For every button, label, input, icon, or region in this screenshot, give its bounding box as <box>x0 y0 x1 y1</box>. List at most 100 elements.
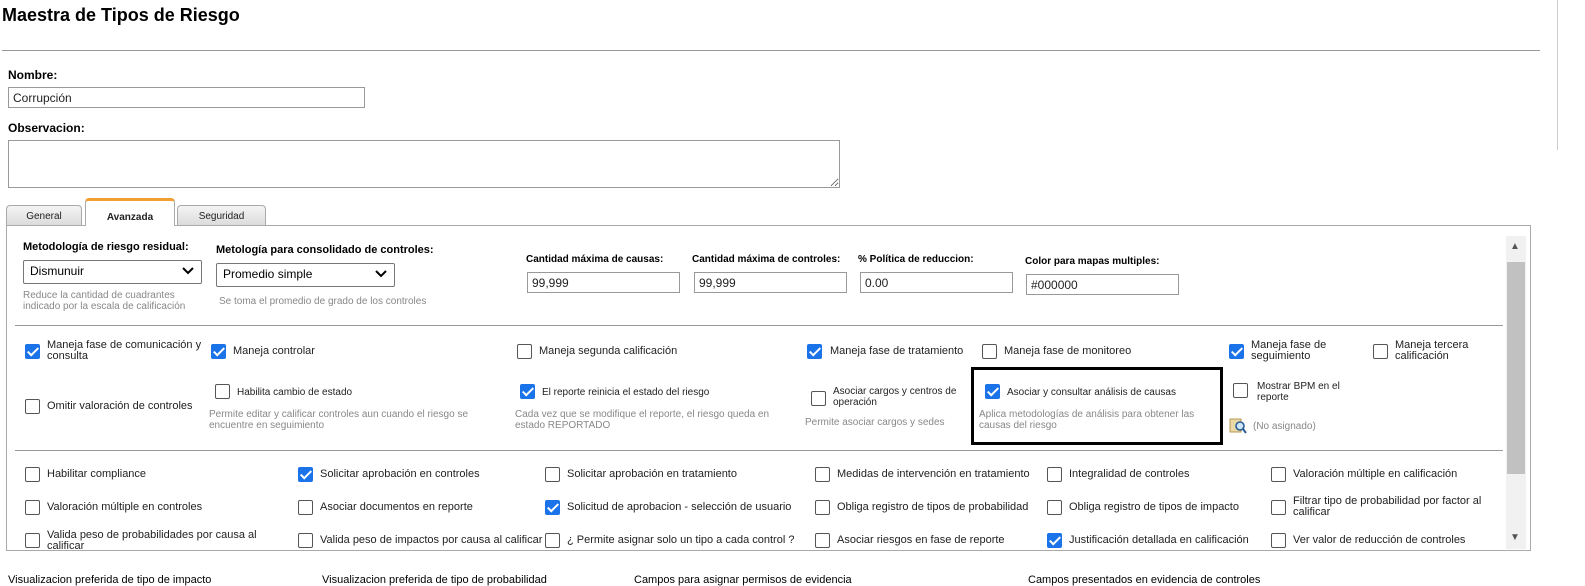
frame-border <box>1557 0 1558 150</box>
checkbox-omitir-valoracion[interactable] <box>25 399 40 414</box>
checkbox-analisis-causas[interactable] <box>985 384 1000 399</box>
checkbox-valoracion-controles[interactable] <box>25 500 40 515</box>
checkbox-label: Maneja fase de monitoreo <box>1004 345 1132 357</box>
checkbox-label: Maneja tercera calificación <box>1395 339 1469 362</box>
chevron-down-icon <box>182 267 194 275</box>
max-controles-input[interactable] <box>694 272 847 293</box>
chevron-down-icon <box>375 270 387 278</box>
checkbox-segunda-calificacion[interactable] <box>517 344 532 359</box>
consolidado-value: Promedio simple <box>223 267 313 281</box>
checkbox-label: Asociar y consultar análisis de causas <box>1007 387 1176 398</box>
observacion-label: Observacion: <box>8 121 85 135</box>
metodologia-hint: Reduce la cantidad de cuadrantes indicad… <box>23 290 186 312</box>
checkbox-label: Obliga registro de tipos de probabilidad <box>837 501 1029 513</box>
checkbox-label: Valoración múltiple en controles <box>47 501 203 513</box>
checkbox-label: Integralidad de controles <box>1069 468 1190 480</box>
nombre-input[interactable] <box>8 87 365 108</box>
bottom-label: Campos para asignar permisos de evidenci… <box>634 574 852 586</box>
consolidado-select[interactable]: Promedio simple <box>216 263 395 287</box>
page-title: Maestra de Tipos de Riesgo <box>2 5 240 25</box>
scrollbar-thumb[interactable] <box>1507 262 1525 474</box>
consolidado-hint: Se toma el promedio de grado de los cont… <box>219 296 427 307</box>
checkbox-reinicia-estado[interactable] <box>520 384 535 399</box>
observacion-textarea[interactable] <box>8 140 840 188</box>
politica-input[interactable] <box>860 272 1013 293</box>
checkbox-label: Maneja fase de tratamiento <box>830 345 964 357</box>
checkbox-label: Habilita cambio de estado <box>237 387 353 398</box>
reinicia-hint: Cada vez que se modifique el reporte, el… <box>515 409 770 431</box>
checkbox-seleccion-usuario[interactable] <box>545 500 560 515</box>
checkbox-label: Ver valor de reducción de controles <box>1293 534 1466 546</box>
metodologia-label: Metodología de riesgo residual: <box>23 241 189 253</box>
title-divider <box>2 50 1540 51</box>
checkbox-label: Maneja fase de seguimiento <box>1251 339 1327 362</box>
section-divider <box>15 325 1503 326</box>
checkbox-peso-impactos[interactable] <box>298 533 313 548</box>
checkbox-comunicacion[interactable] <box>25 344 40 359</box>
magnifier-icon[interactable] <box>1229 417 1247 435</box>
tab-seguridad[interactable]: Seguridad <box>177 205 266 225</box>
checkbox-integralidad[interactable] <box>1047 467 1062 482</box>
tab-avanzada[interactable]: Avanzada <box>85 198 175 226</box>
highlight-box <box>971 367 1223 445</box>
checkbox-label: ¿ Permite asignar solo un tipo a cada co… <box>567 534 795 546</box>
consolidado-label: Metología para consolidado de controles: <box>216 244 434 256</box>
checkbox-label: Asociar cargos y centros de operación <box>833 386 957 408</box>
checkbox-label: Valida peso de impactos por causa al cal… <box>320 534 543 546</box>
max-causas-label: Cantidad máxima de causas: <box>526 254 664 265</box>
checkbox-cambio-estado[interactable] <box>215 384 230 399</box>
checkbox-monitoreo[interactable] <box>982 344 997 359</box>
checkbox-label: Obliga registro de tipos de impacto <box>1069 501 1239 513</box>
checkbox-label: Medidas de intervención en tratamiento <box>837 468 1030 480</box>
metodologia-select[interactable]: Dismunuir <box>23 260 202 284</box>
checkbox-label: Solicitar aprobación en tratamiento <box>567 468 737 480</box>
cambio-estado-hint: Permite editar y calificar controles aun… <box>209 409 469 431</box>
checkbox-controlar[interactable] <box>211 344 226 359</box>
checkbox-label: Asociar riesgos en fase de reporte <box>837 534 1005 546</box>
checkbox-aprob-tratamiento[interactable] <box>545 467 560 482</box>
checkbox-label: El reporte reinicia el estado del riesgo <box>542 387 710 398</box>
checkbox-label: Valoración múltiple en calificación <box>1293 468 1458 480</box>
bottom-label: Visualizacion preferida de tipo de impac… <box>8 574 212 586</box>
checkbox-valoracion-calificacion[interactable] <box>1271 467 1286 482</box>
checkbox-mostrar-bpm[interactable] <box>1233 383 1248 398</box>
checkbox-un-tipo-control[interactable] <box>545 533 560 548</box>
tab-general[interactable]: General <box>6 205 82 225</box>
checkbox-label: Habilitar compliance <box>47 468 147 480</box>
checkbox-tratamiento[interactable] <box>807 344 822 359</box>
causas-hint: Aplica metodologías de análisis para obt… <box>979 409 1195 431</box>
cargos-hint: Permite asociar cargos y sedes <box>805 417 945 428</box>
checkbox-justificacion[interactable] <box>1047 533 1062 548</box>
checkbox-filtrar-probabilidad[interactable] <box>1271 500 1286 515</box>
checkbox-compliance[interactable] <box>25 467 40 482</box>
checkbox-asociar-documentos[interactable] <box>298 500 313 515</box>
politica-label: % Política de reduccion: <box>858 254 974 265</box>
checkbox-label: Maneja segunda calificación <box>539 345 678 357</box>
checkbox-seguimiento[interactable] <box>1229 344 1244 359</box>
checkbox-label: Asociar documentos en reporte <box>320 501 473 513</box>
checkbox-ver-reduccion[interactable] <box>1271 533 1286 548</box>
bpm-hint: (No asignado) <box>1253 421 1316 432</box>
checkbox-asociar-riesgos[interactable] <box>815 533 830 548</box>
checkbox-label: Solicitar aprobación en controles <box>320 468 480 480</box>
metodologia-value: Dismunuir <box>30 264 85 278</box>
color-label: Color para mapas multiples: <box>1025 256 1160 267</box>
checkbox-asociar-cargos[interactable] <box>811 391 826 406</box>
checkbox-aprob-controles[interactable] <box>298 467 313 482</box>
scroll-up-icon[interactable]: ▲ <box>1510 241 1520 252</box>
color-input[interactable] <box>1026 274 1179 295</box>
checkbox-peso-probabilidades[interactable] <box>25 533 40 548</box>
checkbox-label: Valida peso de probabilidades por causa … <box>47 529 257 552</box>
checkbox-label: Solicitud de aprobacion - selección de u… <box>567 501 792 513</box>
checkbox-label: Maneja fase de comunicación y consulta <box>47 339 202 362</box>
max-causas-input[interactable] <box>527 272 680 293</box>
checkbox-obliga-impacto[interactable] <box>1047 500 1062 515</box>
checkbox-label: Mostrar BPM en el reporte <box>1257 381 1340 403</box>
checkbox-obliga-probabilidad[interactable] <box>815 500 830 515</box>
scroll-down-icon[interactable]: ▼ <box>1510 532 1520 543</box>
checkbox-label: Maneja controlar <box>233 345 315 357</box>
checkbox-tercera-calificacion[interactable] <box>1373 344 1388 359</box>
checkbox-label: Filtrar tipo de probabilidad por factor … <box>1293 495 1482 518</box>
checkbox-medidas-intervencion[interactable] <box>815 467 830 482</box>
section-divider <box>15 450 1503 451</box>
